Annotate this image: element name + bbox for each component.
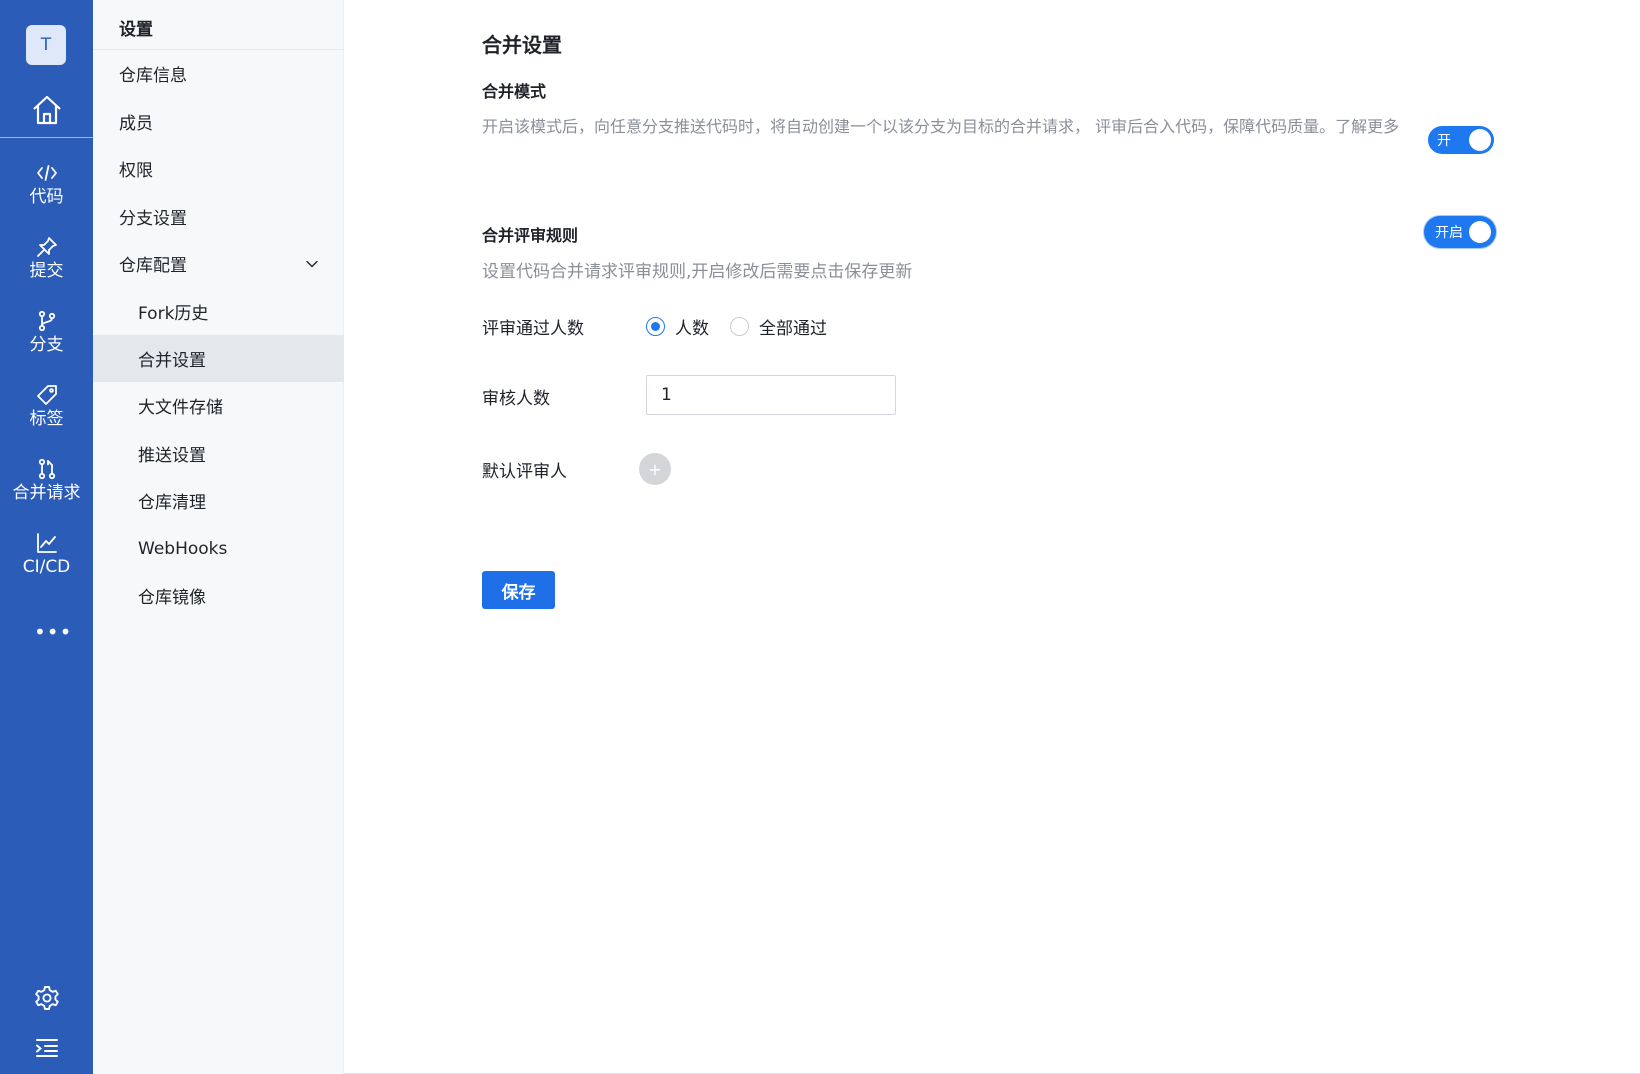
review-rules-description: 设置代码合并请求评审规则,开启修改后需要点击保存更新 <box>482 262 913 282</box>
menu-item-repo-info[interactable]: 仓库信息 <box>93 50 344 97</box>
menu-item-repo-mirror[interactable]: 仓库镜像 <box>93 572 344 619</box>
menu-item-label: 分支设置 <box>119 209 187 229</box>
menu-title: 设置 <box>119 20 153 40</box>
rail-item-branches[interactable]: 分支 <box>0 310 93 370</box>
merge-mode-title: 合并模式 <box>482 82 547 101</box>
toggle-knob <box>1469 129 1491 151</box>
pass-count-label: 评审通过人数 <box>482 319 584 339</box>
rail-divider <box>0 137 93 138</box>
code-icon <box>36 165 57 181</box>
rail-item-label: 合并请求 <box>12 483 81 503</box>
rail-item-label: 标签 <box>29 409 64 429</box>
rail-item-merge-requests[interactable]: 合并请求 <box>0 458 93 518</box>
pin-icon <box>36 237 57 257</box>
home-icon[interactable] <box>30 93 64 127</box>
menu-item-repo-config[interactable]: 仓库配置 <box>93 240 344 287</box>
menu-item-branch-settings[interactable]: 分支设置 <box>93 193 344 240</box>
reviewer-count-label: 审核人数 <box>482 389 550 409</box>
radio-label: 人数 <box>675 319 709 339</box>
review-rules-toggle[interactable]: 开启 <box>1426 218 1494 246</box>
rail-item-label: CI/CD <box>22 557 71 577</box>
page-title: 合并设置 <box>482 33 562 57</box>
main-content: 合并设置 合并模式 开启该模式后，向任意分支推送代码时，将自动创建一个以该分支为… <box>344 0 1640 1074</box>
menu-item-members[interactable]: 成员 <box>93 98 344 145</box>
review-rules-title: 合并评审规则 <box>482 226 579 245</box>
toggle-label: 开 <box>1437 133 1451 149</box>
merge-mode-toggle[interactable]: 开 <box>1428 126 1494 154</box>
rail-item-label: 分支 <box>29 335 64 355</box>
more-icon[interactable]: ••• <box>34 622 71 642</box>
menu-item-webhooks[interactable]: WebHooks <box>93 525 344 572</box>
menu-item-permissions[interactable]: 权限 <box>93 145 344 192</box>
menu-item-label: 合并设置 <box>138 351 206 371</box>
rail-item-cicd[interactable]: CI/CD <box>0 532 93 592</box>
add-reviewer-button[interactable]: + <box>639 453 671 485</box>
settings-menu: 设置 仓库信息 成员 权限 分支设置 仓库配置 Fork历史 合并设置 大文件存… <box>93 0 344 1074</box>
rail-item-label: 代码 <box>29 187 64 207</box>
menu-item-push-settings[interactable]: 推送设置 <box>93 430 344 477</box>
rail-item-label: 提交 <box>29 261 64 281</box>
default-reviewer-label: 默认评审人 <box>482 462 567 482</box>
menu-item-label: 仓库配置 <box>119 256 187 276</box>
menu-item-label: 仓库镜像 <box>138 588 206 608</box>
menu-item-fork-history[interactable]: Fork历史 <box>93 288 344 335</box>
menu-item-label: 权限 <box>119 161 153 181</box>
avatar[interactable]: T <box>26 25 66 65</box>
rail-item-commits[interactable]: 提交 <box>0 236 93 296</box>
menu-item-repo-cleanup[interactable]: 仓库清理 <box>93 477 344 524</box>
radio-all-pass[interactable]: 全部通过 <box>730 314 827 339</box>
menu-item-merge-settings[interactable]: 合并设置 <box>93 335 344 382</box>
chart-line-icon <box>36 533 57 553</box>
rail-item-tags[interactable]: 标签 <box>0 384 93 444</box>
gear-icon[interactable] <box>34 985 60 1011</box>
menu-item-label: WebHooks <box>138 538 228 559</box>
toggle-label: 开启 <box>1435 225 1463 241</box>
radio-label: 全部通过 <box>759 319 827 339</box>
branch-icon <box>38 310 55 332</box>
plus-icon: + <box>648 459 662 479</box>
menu-item-label: Fork历史 <box>138 304 209 324</box>
save-button[interactable]: 保存 <box>482 571 555 609</box>
menu-item-label: 仓库清理 <box>138 493 206 513</box>
menu-item-large-file-storage[interactable]: 大文件存储 <box>93 382 344 429</box>
merge-mode-description: 开启该模式后，向任意分支推送代码时，将自动创建一个以该分支为目标的合并请求， 评… <box>482 117 1400 136</box>
tag-icon <box>36 385 57 405</box>
collapse-sidebar-icon[interactable] <box>35 1037 59 1059</box>
menu-item-label: 成员 <box>119 114 153 134</box>
reviewer-count-input[interactable] <box>646 375 896 415</box>
rail-item-code[interactable]: 代码 <box>0 162 93 222</box>
menu-item-label: 大文件存储 <box>138 398 223 418</box>
merge-request-icon <box>38 458 55 480</box>
menu-item-label: 仓库信息 <box>119 66 187 86</box>
radio-dot <box>646 317 665 336</box>
radio-dot <box>730 317 749 336</box>
nav-rail: T 代码 提交 分支 标签 合并请求 CI/CD ••• <box>0 0 93 1074</box>
chevron-down-icon <box>306 260 318 268</box>
menu-item-label: 推送设置 <box>138 446 206 466</box>
radio-by-count[interactable]: 人数 <box>646 314 709 339</box>
toggle-knob <box>1469 221 1491 243</box>
